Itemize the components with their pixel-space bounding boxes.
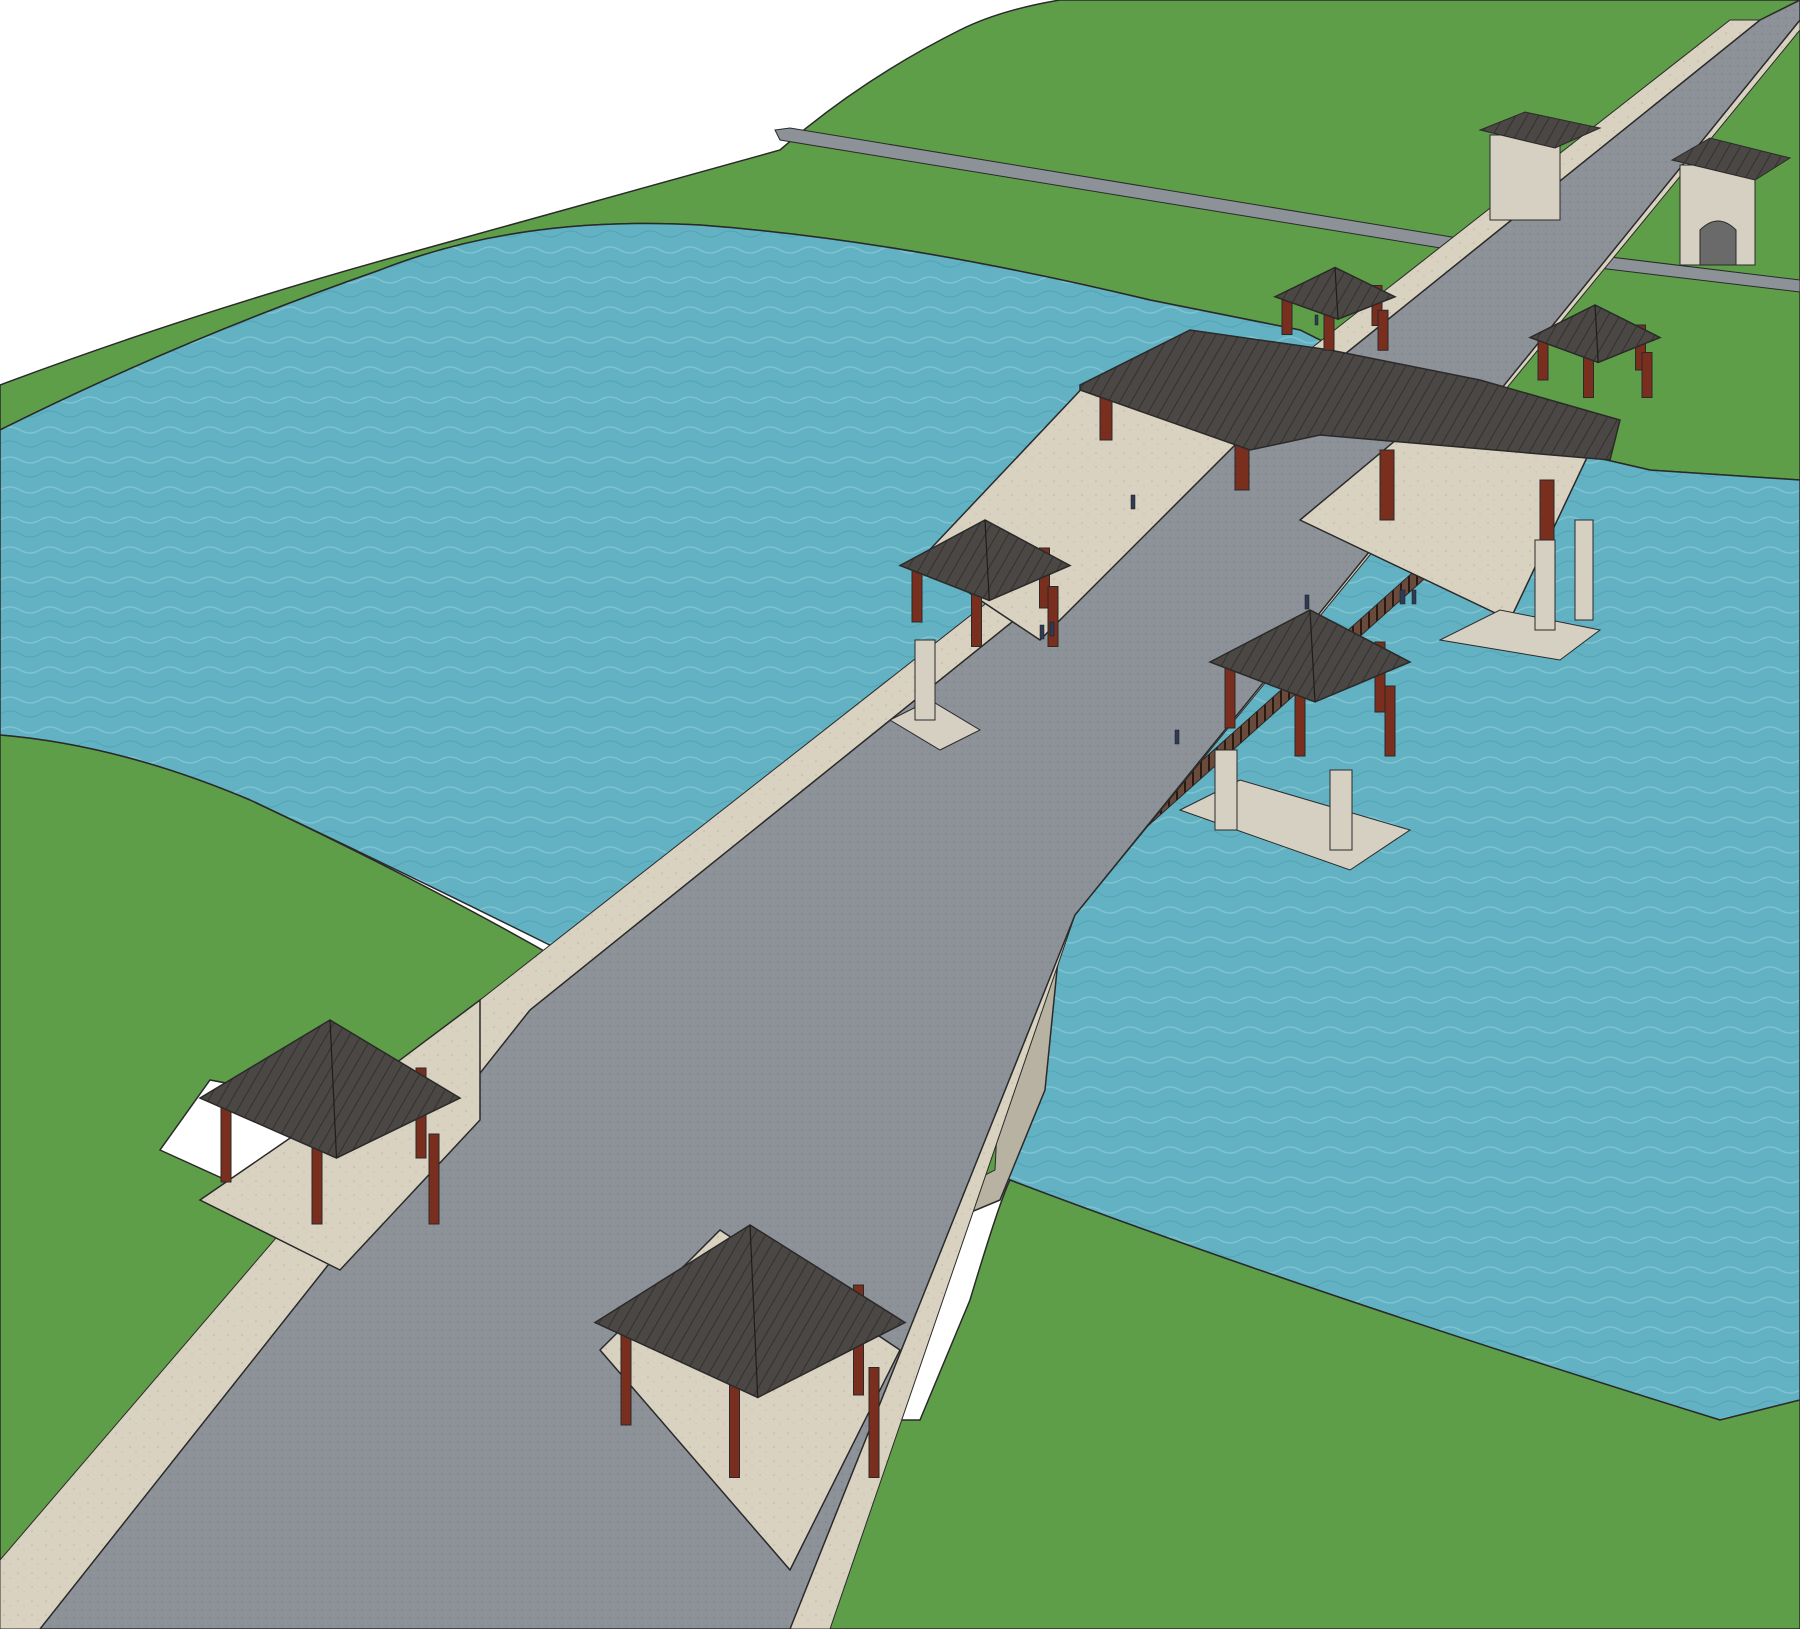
bridge-render-svg [0, 0, 1800, 1629]
bridge-scene [0, 0, 1800, 1629]
